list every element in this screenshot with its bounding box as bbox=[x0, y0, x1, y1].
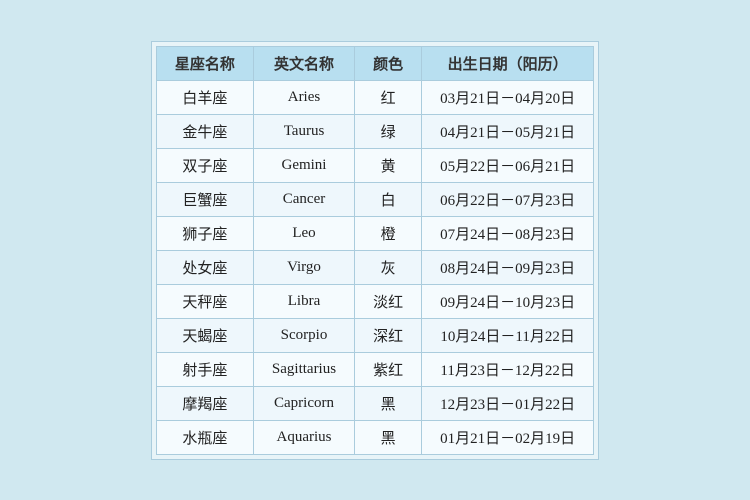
table-cell: 03月21日－04月20日 bbox=[422, 80, 594, 114]
table-row: 天蝎座Scorpio深红10月24日－11月22日 bbox=[156, 318, 593, 352]
table-row: 金牛座Taurus绿04月21日－05月21日 bbox=[156, 114, 593, 148]
table-header-cell: 英文名称 bbox=[253, 46, 354, 80]
table-cell: 08月24日－09月23日 bbox=[422, 250, 594, 284]
table-cell: 07月24日－08月23日 bbox=[422, 216, 594, 250]
table-cell: 灰 bbox=[355, 250, 422, 284]
table-cell: 水瓶座 bbox=[156, 420, 253, 454]
table-cell: 01月21日－02月19日 bbox=[422, 420, 594, 454]
table-header-cell: 星座名称 bbox=[156, 46, 253, 80]
table-cell: 狮子座 bbox=[156, 216, 253, 250]
table-cell: 射手座 bbox=[156, 352, 253, 386]
table-cell: 09月24日－10月23日 bbox=[422, 284, 594, 318]
table-cell: Leo bbox=[253, 216, 354, 250]
table-cell: Libra bbox=[253, 284, 354, 318]
table-cell: 白 bbox=[355, 182, 422, 216]
table-cell: Capricorn bbox=[253, 386, 354, 420]
table-cell: 绿 bbox=[355, 114, 422, 148]
table-cell: 11月23日－12月22日 bbox=[422, 352, 594, 386]
table-cell: 紫红 bbox=[355, 352, 422, 386]
table-cell: Scorpio bbox=[253, 318, 354, 352]
table-cell: Gemini bbox=[253, 148, 354, 182]
table-cell: 06月22日－07月23日 bbox=[422, 182, 594, 216]
table-cell: 深红 bbox=[355, 318, 422, 352]
table-row: 水瓶座Aquarius黑01月21日－02月19日 bbox=[156, 420, 593, 454]
table-header-cell: 出生日期（阳历） bbox=[422, 46, 594, 80]
table-cell: Cancer bbox=[253, 182, 354, 216]
table-row: 狮子座Leo橙07月24日－08月23日 bbox=[156, 216, 593, 250]
table-cell: 红 bbox=[355, 80, 422, 114]
table-cell: 金牛座 bbox=[156, 114, 253, 148]
table-cell: 橙 bbox=[355, 216, 422, 250]
table-row: 白羊座Aries红03月21日－04月20日 bbox=[156, 80, 593, 114]
table-row: 摩羯座Capricorn黑12月23日－01月22日 bbox=[156, 386, 593, 420]
table-row: 双子座Gemini黄05月22日－06月21日 bbox=[156, 148, 593, 182]
table-row: 处女座Virgo灰08月24日－09月23日 bbox=[156, 250, 593, 284]
zodiac-table: 星座名称英文名称颜色出生日期（阳历） 白羊座Aries红03月21日－04月20… bbox=[156, 46, 594, 455]
table-cell: 天秤座 bbox=[156, 284, 253, 318]
table-cell: 天蝎座 bbox=[156, 318, 253, 352]
table-cell: 摩羯座 bbox=[156, 386, 253, 420]
table-cell: 黑 bbox=[355, 420, 422, 454]
table-cell: 处女座 bbox=[156, 250, 253, 284]
table-body: 白羊座Aries红03月21日－04月20日金牛座Taurus绿04月21日－0… bbox=[156, 80, 593, 454]
table-cell: 淡红 bbox=[355, 284, 422, 318]
table-cell: Virgo bbox=[253, 250, 354, 284]
table-cell: Aquarius bbox=[253, 420, 354, 454]
table-row: 天秤座Libra淡红09月24日－10月23日 bbox=[156, 284, 593, 318]
table-header-row: 星座名称英文名称颜色出生日期（阳历） bbox=[156, 46, 593, 80]
table-cell: Sagittarius bbox=[253, 352, 354, 386]
table-cell: 双子座 bbox=[156, 148, 253, 182]
table-header-cell: 颜色 bbox=[355, 46, 422, 80]
table-cell: Taurus bbox=[253, 114, 354, 148]
table-cell: 黄 bbox=[355, 148, 422, 182]
table-row: 射手座Sagittarius紫红11月23日－12月22日 bbox=[156, 352, 593, 386]
table-cell: 10月24日－11月22日 bbox=[422, 318, 594, 352]
table-cell: 黑 bbox=[355, 386, 422, 420]
table-row: 巨蟹座Cancer白06月22日－07月23日 bbox=[156, 182, 593, 216]
table-cell: 巨蟹座 bbox=[156, 182, 253, 216]
zodiac-table-container: 星座名称英文名称颜色出生日期（阳历） 白羊座Aries红03月21日－04月20… bbox=[151, 41, 599, 460]
table-cell: 白羊座 bbox=[156, 80, 253, 114]
table-cell: 12月23日－01月22日 bbox=[422, 386, 594, 420]
table-cell: Aries bbox=[253, 80, 354, 114]
table-cell: 04月21日－05月21日 bbox=[422, 114, 594, 148]
table-cell: 05月22日－06月21日 bbox=[422, 148, 594, 182]
